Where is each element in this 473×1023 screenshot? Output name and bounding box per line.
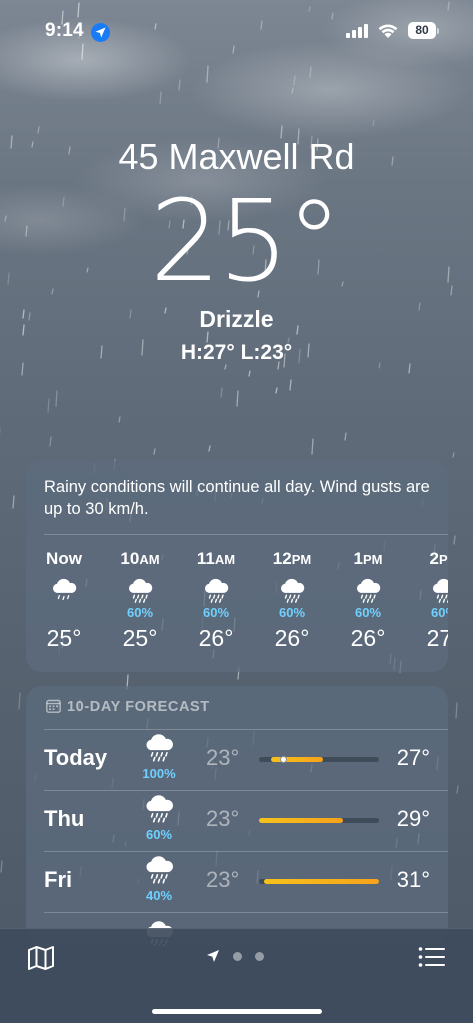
cloud-rain-icon	[406, 577, 448, 605]
hour-temp: 26°	[350, 625, 386, 651]
precip-chance: 40%	[145, 888, 173, 903]
current-condition: Drizzle	[199, 306, 274, 332]
precip-chance: 60%	[145, 827, 173, 842]
ten-day-forecast-card[interactable]: 10-DAY FORECAST Today 100% 23° 27° Thu 60% 23°…	[26, 686, 448, 946]
weather-summary: Rainy conditions will continue all day. …	[44, 478, 430, 518]
page-dot[interactable]	[255, 952, 264, 961]
forecast-row[interactable]: Today 100% 23° 27°	[26, 730, 448, 791]
hour-label: 2PM	[429, 549, 448, 568]
map-icon[interactable]	[27, 945, 55, 971]
low-temp: 23°	[206, 806, 240, 831]
hour-column: 12PM 60% 26°	[254, 549, 330, 652]
temp-range-fill	[271, 757, 323, 762]
current-temp-marker	[280, 756, 287, 763]
location-services-icon	[91, 23, 110, 42]
low-temp: 23°	[206, 867, 240, 892]
precip-chance: 60%	[202, 605, 230, 620]
day-name: Thu	[44, 806, 85, 831]
precip-chance: 100%	[142, 766, 176, 781]
row-divider	[44, 912, 448, 913]
hour-label: 10AM	[120, 549, 160, 568]
precip-chance: 60%	[278, 605, 306, 620]
temp-range-fill	[259, 818, 343, 823]
cloud-drizzle-icon	[26, 577, 102, 605]
calendar-icon	[46, 699, 61, 713]
forecast-row[interactable]: Fri 40% 23° 31°	[26, 852, 448, 913]
hour-temp: 26°	[198, 625, 234, 651]
hour-temp: 25°	[46, 625, 82, 651]
cloud-rain-icon	[139, 793, 179, 827]
location-name: 45 Maxwell Rd	[118, 136, 355, 177]
list-icon[interactable]	[418, 946, 445, 968]
cloud-rain-icon	[178, 577, 254, 605]
cloud-rain-icon	[254, 577, 330, 605]
hour-label: Now	[46, 549, 82, 568]
battery-icon: 80	[408, 22, 436, 39]
temp-range-bar	[259, 756, 379, 763]
cellular-signal-icon	[346, 24, 368, 38]
hour-column: 11AM 60% 26°	[178, 549, 254, 652]
precip-chance: 60%	[354, 605, 382, 620]
precip-chance	[26, 605, 102, 621]
hour-column: 10AM 60% 25°	[102, 549, 178, 652]
cloud-rain-icon	[139, 854, 179, 888]
hour-column: 2PM 60% 27°	[406, 549, 448, 652]
precip-chance: 60%	[126, 605, 154, 620]
day-name: Fri	[44, 867, 73, 892]
hour-label: 11AM	[196, 549, 236, 568]
high-temp: 31°	[396, 867, 430, 892]
temp-range-bar	[259, 879, 379, 884]
page-dot[interactable]	[233, 952, 242, 961]
status-time: 9:14	[45, 20, 84, 41]
hour-temp: 26°	[274, 625, 310, 651]
hour-column: Now 25°	[26, 549, 102, 652]
hour-label: 1PM	[353, 549, 383, 568]
day-name: Today	[44, 745, 108, 770]
high-temp: 29°	[396, 806, 430, 831]
temp-range-fill	[264, 879, 379, 884]
current-temperature: 25°	[149, 177, 343, 307]
card-divider	[44, 534, 448, 535]
hour-label: 12PM	[272, 549, 312, 568]
forecast-row[interactable]: Thu 60% 23° 29°	[26, 791, 448, 852]
high-temp: 27°	[396, 745, 430, 770]
location-arrow-icon[interactable]	[206, 949, 220, 963]
battery-nub	[437, 28, 439, 34]
status-bar: 9:14 80	[0, 0, 473, 60]
hour-temp: 25°	[122, 625, 158, 651]
cloud-rain-icon	[330, 577, 406, 605]
bottom-toolbar	[0, 928, 473, 1023]
cloud-rain-icon	[102, 577, 178, 605]
temp-range-bar	[259, 818, 379, 823]
cloud-rain-icon	[139, 732, 179, 766]
hourly-forecast-card[interactable]: Rainy conditions will continue all day. …	[26, 461, 448, 672]
forecast-header: 10-DAY FORECAST	[46, 699, 210, 715]
hour-temp: 27°	[426, 625, 448, 651]
high-low-temps: H:27° L:23°	[180, 341, 293, 364]
low-temp: 23°	[206, 745, 240, 770]
hour-column: 1PM 60% 26°	[330, 549, 406, 652]
home-indicator[interactable]	[152, 1009, 322, 1014]
forecast-header-label: 10-DAY FORECAST	[67, 699, 210, 715]
precip-chance: 60%	[430, 605, 448, 620]
wifi-icon	[378, 24, 398, 38]
